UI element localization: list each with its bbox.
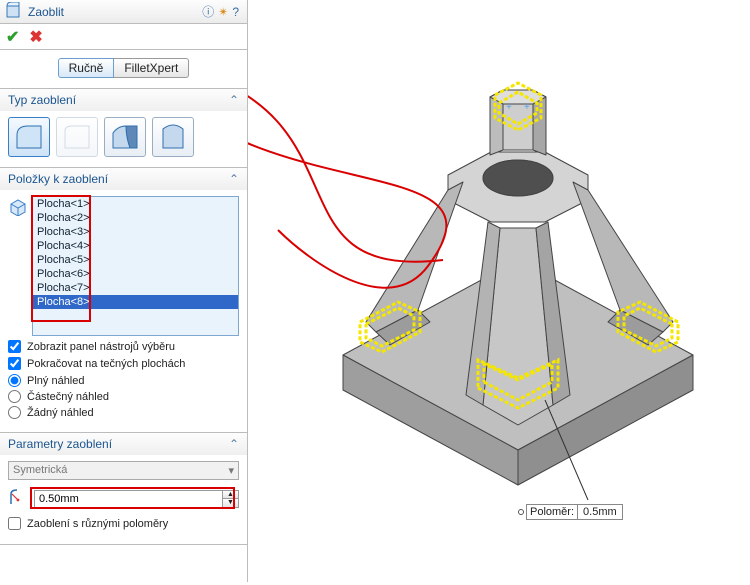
symmetry-dropdown[interactable]: Symetrická ▾ xyxy=(8,461,239,480)
section-items: Položky k zaoblení ⌃ Plocha<1>Plocha<2>P… xyxy=(0,168,247,433)
checkbox-show-toolbar-input[interactable] xyxy=(8,340,21,353)
radius-input[interactable] xyxy=(35,491,222,507)
face-list-item[interactable]: Plocha<1> xyxy=(33,197,238,211)
panel-title: Zaoblit xyxy=(28,5,200,19)
checkbox-multi-input[interactable] xyxy=(8,517,21,530)
section-header-params[interactable]: Parametry zaoblení ⌃ xyxy=(0,433,247,455)
chevron-down-icon: ▾ xyxy=(228,464,234,477)
fillet-icon xyxy=(6,2,22,21)
checkbox-multi-radius[interactable]: Zaoblení s různými poloměry xyxy=(8,517,239,530)
callout-value[interactable]: 0.5mm xyxy=(578,504,623,520)
callout-handle-icon[interactable] xyxy=(518,509,524,515)
radius-icon xyxy=(8,488,28,509)
checkbox-show-toolbar[interactable]: Zobrazit panel nástrojů výběru xyxy=(8,340,239,353)
spinner-up[interactable]: ▲ xyxy=(223,491,238,500)
property-panel: Zaoblit ⓘ ✴ ? ✔ ✖ Ručně FilletXpert Typ … xyxy=(0,0,248,582)
radio-none-label: Žádný náhled xyxy=(27,407,94,419)
section-title-params: Parametry zaoblení xyxy=(8,437,112,451)
radio-partial-input[interactable] xyxy=(8,390,21,403)
help-icon[interactable]: ⓘ xyxy=(202,3,214,20)
radio-full-preview[interactable]: Plný náhled xyxy=(8,374,239,387)
chevron-up-icon: ⌃ xyxy=(229,172,239,186)
face-selection-icon xyxy=(8,198,28,336)
type-full-round[interactable] xyxy=(152,117,194,157)
section-header-type[interactable]: Typ zaoblení ⌃ xyxy=(0,89,247,111)
radius-callout[interactable]: Poloměr: 0.5mm xyxy=(518,504,623,520)
checkbox-tangent[interactable]: Pokračovat na tečných plochách xyxy=(8,357,239,370)
radius-spinner[interactable]: ▲ ▼ xyxy=(34,490,239,508)
mode-tabs: Ručně FilletXpert xyxy=(0,50,247,89)
section-title-items: Položky k zaoblení xyxy=(8,172,108,186)
confirm-row: ✔ ✖ xyxy=(0,24,247,50)
radio-partial-preview[interactable]: Částečný náhled xyxy=(8,390,239,403)
radio-full-input[interactable] xyxy=(8,374,21,387)
chevron-up-icon: ⌃ xyxy=(229,437,239,451)
cancel-button[interactable]: ✖ xyxy=(29,27,42,47)
svg-text:+: + xyxy=(524,102,530,113)
type-constant-radius[interactable] xyxy=(8,117,50,157)
wizard-icon[interactable]: ✴ xyxy=(218,5,228,19)
face-list-item[interactable]: Plocha<3> xyxy=(33,225,238,239)
section-fillet-type: Typ zaoblení ⌃ xyxy=(0,89,247,168)
panel-titlebar: Zaoblit ⓘ ✴ ? xyxy=(0,0,247,24)
symmetry-value: Symetrická xyxy=(13,464,67,477)
3d-viewport[interactable]: ++ xyxy=(248,0,750,582)
more-help-icon[interactable]: ? xyxy=(232,5,239,19)
face-list[interactable]: Plocha<1>Plocha<2>Plocha<3>Plocha<4>Ploc… xyxy=(32,196,239,336)
spinner-down[interactable]: ▼ xyxy=(223,499,238,507)
face-list-item[interactable]: Plocha<5> xyxy=(33,253,238,267)
face-list-item[interactable]: Plocha<4> xyxy=(33,239,238,253)
section-title-type: Typ zaoblení xyxy=(8,93,76,107)
checkbox-multi-label: Zaoblení s různými poloměry xyxy=(27,518,168,530)
checkbox-tangent-label: Pokračovat na tečných plochách xyxy=(27,358,185,370)
radio-full-label: Plný náhled xyxy=(27,375,85,387)
face-list-item[interactable]: Plocha<2> xyxy=(33,211,238,225)
face-list-item[interactable]: Plocha<8> xyxy=(33,295,238,309)
ok-button[interactable]: ✔ xyxy=(6,27,19,47)
checkbox-tangent-input[interactable] xyxy=(8,357,21,370)
checkbox-show-toolbar-label: Zobrazit panel nástrojů výběru xyxy=(27,341,175,353)
radio-partial-label: Částečný náhled xyxy=(27,391,109,403)
callout-label: Poloměr: xyxy=(526,504,578,520)
face-list-item[interactable]: Plocha<6> xyxy=(33,267,238,281)
chevron-up-icon: ⌃ xyxy=(229,93,239,107)
face-list-item[interactable]: Plocha<7> xyxy=(33,281,238,295)
section-header-items[interactable]: Položky k zaoblení ⌃ xyxy=(0,168,247,190)
tab-filletxpert[interactable]: FilletXpert xyxy=(114,58,189,78)
tab-manual[interactable]: Ručně xyxy=(58,58,115,78)
radio-no-preview[interactable]: Žádný náhled xyxy=(8,406,239,419)
section-params: Parametry zaoblení ⌃ Symetrická ▾ ▲ ▼ xyxy=(0,433,247,545)
type-variable-radius[interactable] xyxy=(56,117,98,157)
type-face-fillet[interactable] xyxy=(104,117,146,157)
svg-text:+: + xyxy=(506,102,512,113)
radio-none-input[interactable] xyxy=(8,406,21,419)
